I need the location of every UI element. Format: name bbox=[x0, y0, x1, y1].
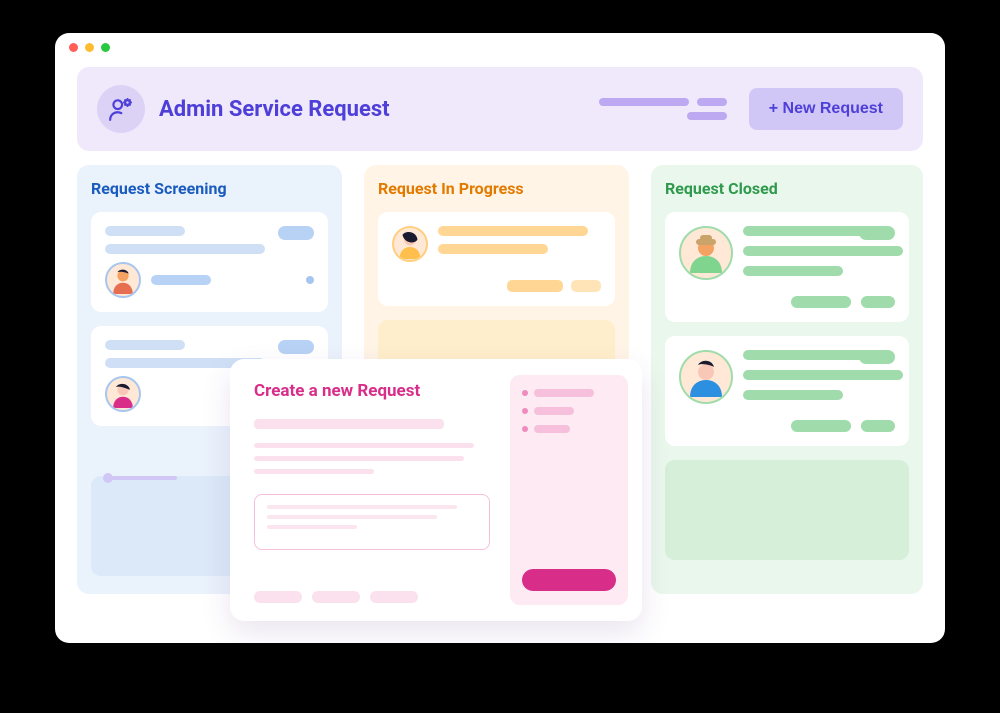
window-titlebar bbox=[55, 33, 945, 61]
tag[interactable] bbox=[370, 591, 418, 603]
create-request-modal: Create a new Request bbox=[230, 359, 642, 621]
status-dot bbox=[306, 276, 314, 284]
status-badge bbox=[278, 340, 314, 354]
avatar bbox=[679, 350, 733, 404]
request-card-placeholder[interactable] bbox=[665, 460, 909, 560]
modal-side-panel bbox=[510, 375, 628, 605]
page-header: Admin Service Request + New Request bbox=[77, 67, 923, 151]
close-window-icon[interactable] bbox=[69, 43, 78, 52]
avatar bbox=[105, 262, 141, 298]
new-request-button[interactable]: + New Request bbox=[749, 88, 903, 130]
minimize-window-icon[interactable] bbox=[85, 43, 94, 52]
column-title: Request Closed bbox=[665, 179, 909, 198]
app-window: Admin Service Request + New Request Requ… bbox=[55, 33, 945, 643]
submit-button[interactable] bbox=[522, 569, 616, 591]
column-title: Request Screening bbox=[91, 179, 328, 198]
tag[interactable] bbox=[254, 591, 302, 603]
status-badge bbox=[571, 280, 601, 292]
status-badge bbox=[859, 226, 895, 240]
request-description-input[interactable] bbox=[254, 494, 490, 550]
maximize-window-icon[interactable] bbox=[101, 43, 110, 52]
user-gear-icon bbox=[97, 85, 145, 133]
header-breadcrumb bbox=[599, 98, 727, 120]
avatar bbox=[679, 226, 733, 280]
column-title: Request In Progress bbox=[378, 179, 615, 198]
tag[interactable] bbox=[312, 591, 360, 603]
page-title: Admin Service Request bbox=[159, 97, 390, 122]
modal-title: Create a new Request bbox=[254, 381, 490, 401]
request-card[interactable] bbox=[665, 212, 909, 322]
column-closed: Request Closed bbox=[651, 165, 923, 594]
avatar bbox=[392, 226, 428, 262]
request-card[interactable] bbox=[91, 212, 328, 312]
timeline-icon bbox=[107, 476, 177, 480]
status-badge bbox=[859, 350, 895, 364]
status-badge bbox=[507, 280, 563, 292]
request-card[interactable] bbox=[665, 336, 909, 446]
avatar bbox=[105, 376, 141, 412]
modal-tags bbox=[254, 591, 490, 603]
request-card[interactable] bbox=[378, 212, 615, 306]
status-badge bbox=[278, 226, 314, 240]
